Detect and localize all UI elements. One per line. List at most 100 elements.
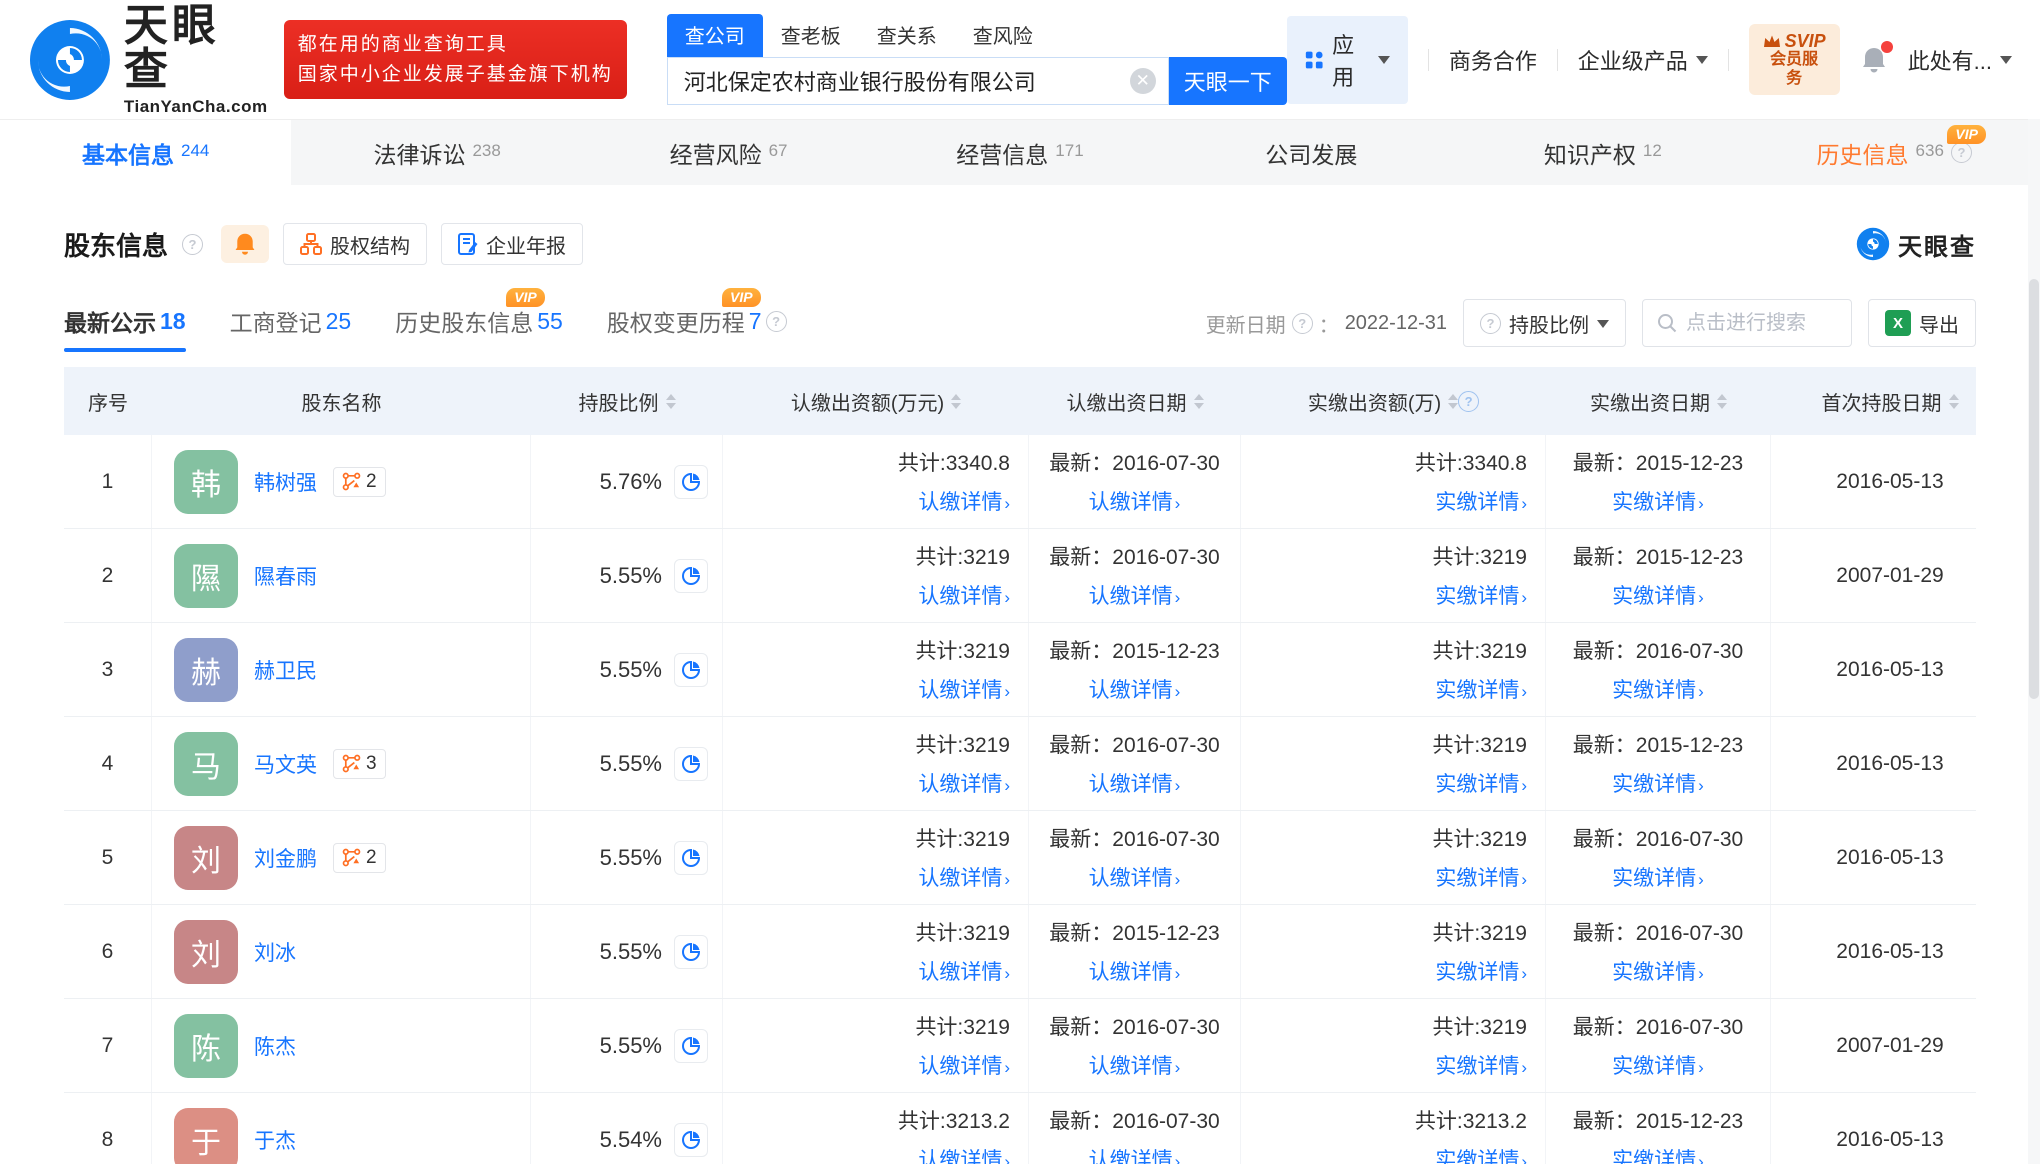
subtab-latest-disclosure[interactable]: 最新公示 18	[64, 304, 186, 352]
shareholder-name-link[interactable]: 赫卫民	[254, 655, 317, 685]
relation-badge[interactable]: 2	[333, 843, 386, 873]
subscribed-detail-link[interactable]: 认缴详情›	[918, 1144, 1010, 1164]
subscribed-detail-link[interactable]: 认缴详情›	[918, 768, 1010, 798]
search-tab-boss[interactable]: 查老板	[763, 14, 859, 57]
subscribed-detail-link[interactable]: 认缴详情›	[1089, 486, 1181, 516]
equity-structure-button[interactable]: 股权结构	[283, 223, 427, 265]
subtab-business-registration[interactable]: 工商登记 25	[230, 304, 352, 352]
paid-detail-link[interactable]: 实缴详情›	[1612, 768, 1704, 798]
relation-badge[interactable]: 3	[333, 749, 386, 779]
subscribed-detail-link[interactable]: 认缴详情›	[1089, 956, 1181, 986]
apps-menu[interactable]: 应用	[1287, 16, 1408, 104]
paid-detail-link[interactable]: 实缴详情›	[1435, 1144, 1527, 1164]
subtab-history-shareholders[interactable]: VIP 历史股东信息 55	[395, 304, 563, 352]
paid-detail-link[interactable]: 实缴详情›	[1612, 1050, 1704, 1080]
subtab-equity-change-history[interactable]: VIP 股权变更历程 7 ?	[607, 304, 787, 352]
subscribed-detail-link[interactable]: 认缴详情›	[1089, 768, 1181, 798]
pie-chart-button[interactable]	[674, 653, 708, 687]
shareholder-name-link[interactable]: 刘冰	[254, 937, 296, 967]
shareholder-name-link[interactable]: 陈杰	[254, 1031, 296, 1061]
tianyancha-logo[interactable]: 天眼查 TianYanCha.com	[28, 4, 268, 115]
shareholder-name-link[interactable]: 于杰	[254, 1125, 296, 1155]
pie-chart-button[interactable]	[674, 841, 708, 875]
help-icon[interactable]: ?	[1951, 142, 1972, 163]
paid-detail-link[interactable]: 实缴详情›	[1612, 580, 1704, 610]
subscribed-detail-link[interactable]: 认缴详情›	[918, 674, 1010, 704]
help-icon[interactable]: ?	[1458, 391, 1479, 412]
subtab-toolbar-row: 最新公示 18 工商登记 25 VIP 历史股东信息 55 VIP 股权变更历程…	[64, 299, 1976, 357]
paid-detail-link[interactable]: 实缴详情›	[1435, 862, 1527, 892]
scrollbar-thumb[interactable]	[2029, 279, 2039, 699]
shareholder-name-link[interactable]: 刘金鹏	[254, 843, 317, 873]
subscribed-detail-link[interactable]: 认缴详情›	[918, 956, 1010, 986]
menu-enterprise-products[interactable]: 企业级产品	[1578, 44, 1708, 76]
tab-intellectual-property[interactable]: 知识产权 12	[1457, 120, 1748, 185]
search-input[interactable]	[684, 68, 1130, 94]
pie-chart-button[interactable]	[674, 1029, 708, 1063]
search-tab-risk[interactable]: 查风险	[955, 14, 1051, 57]
paid-detail-link[interactable]: 实缴详情›	[1612, 674, 1704, 704]
tab-operation-info[interactable]: 经营信息 171	[874, 120, 1165, 185]
user-menu[interactable]: 此处有...	[1908, 44, 2012, 76]
help-icon[interactable]: ?	[766, 311, 787, 332]
search-tab-company[interactable]: 查公司	[667, 14, 763, 57]
paid-detail-link[interactable]: 实缴详情›	[1435, 674, 1527, 704]
paid-detail-link[interactable]: 实缴详情›	[1435, 580, 1527, 610]
pie-chart-button[interactable]	[674, 935, 708, 969]
relation-badge[interactable]: 2	[333, 467, 386, 497]
scrollbar-track[interactable]	[2028, 119, 2040, 1164]
table-search-input[interactable]	[1686, 312, 1837, 335]
sort-icon[interactable]	[1194, 389, 1204, 414]
sort-icon[interactable]	[666, 389, 676, 414]
subscribed-detail-link[interactable]: 认缴详情›	[918, 1050, 1010, 1080]
paid-detail-link[interactable]: 实缴详情›	[1435, 768, 1527, 798]
paid-detail-link[interactable]: 实缴详情›	[1612, 862, 1704, 892]
shareholder-name-link[interactable]: 隰春雨	[254, 561, 317, 591]
tab-company-development[interactable]: 公司发展	[1166, 120, 1457, 185]
annual-report-button[interactable]: 企业年报	[441, 223, 583, 265]
subscribed-detail-link[interactable]: 认缴详情›	[1089, 1050, 1181, 1080]
help-icon[interactable]: ?	[1292, 313, 1313, 334]
sort-icon[interactable]	[951, 389, 961, 414]
subscribed-detail-link[interactable]: 认缴详情›	[1089, 674, 1181, 704]
shareholder-name-link[interactable]: 马文英	[254, 749, 317, 779]
paid-detail-link[interactable]: 实缴详情›	[1612, 486, 1704, 516]
table-search-box[interactable]	[1642, 299, 1852, 347]
tab-operation-risk[interactable]: 经营风险 67	[583, 120, 874, 185]
subscribed-detail-link[interactable]: 认缴详情›	[1089, 1144, 1181, 1164]
pie-chart-button[interactable]	[674, 1123, 708, 1157]
pie-chart-button[interactable]	[674, 747, 708, 781]
tab-history-info[interactable]: VIP 历史信息 636 ?	[1749, 120, 2040, 185]
paid-detail-link[interactable]: 实缴详情›	[1435, 486, 1527, 516]
pie-chart-button[interactable]	[674, 465, 708, 499]
subscribed-detail-link[interactable]: 认缴详情›	[918, 486, 1010, 516]
tab-legal-litigation[interactable]: 法律诉讼 238	[291, 120, 582, 185]
paid-detail-link[interactable]: 实缴详情›	[1435, 956, 1527, 986]
menu-business-coop[interactable]: 商务合作	[1449, 44, 1537, 76]
pie-chart-button[interactable]	[674, 559, 708, 593]
pie-chart-icon	[681, 472, 701, 492]
subscribed-detail-link[interactable]: 认缴详情›	[1089, 862, 1181, 892]
paid-detail-link[interactable]: 实缴详情›	[1435, 1050, 1527, 1080]
subscribed-date-cell: 最新：2015-12-23 认缴详情›	[1029, 905, 1241, 998]
monitor-bell-button[interactable]	[221, 225, 269, 263]
shareholder-name-link[interactable]: 韩树强	[254, 467, 317, 497]
tab-basic-info[interactable]: 基本信息 244	[0, 120, 291, 185]
paid-detail-link[interactable]: 实缴详情›	[1612, 956, 1704, 986]
subscribed-detail-link[interactable]: 认缴详情›	[1089, 580, 1181, 610]
clear-search-icon[interactable]: ✕	[1130, 68, 1156, 94]
sort-icon[interactable]	[1949, 389, 1959, 414]
search-button[interactable]: 天眼一下	[1169, 57, 1287, 105]
export-button[interactable]: X 导出	[1868, 299, 1976, 347]
search-tab-relation[interactable]: 查关系	[859, 14, 955, 57]
svip-member-badge[interactable]: SVIP 会员服务	[1749, 24, 1840, 95]
sort-icon[interactable]	[1448, 389, 1458, 414]
ratio-filter-dropdown[interactable]: ? 持股比例	[1463, 299, 1626, 347]
paid-detail-link[interactable]: 实缴详情›	[1612, 1144, 1704, 1164]
help-icon[interactable]: ?	[182, 234, 203, 255]
section-header: 股东信息 ? 股权结构	[64, 223, 1976, 265]
subscribed-detail-link[interactable]: 认缴详情›	[918, 580, 1010, 610]
subscribed-detail-link[interactable]: 认缴详情›	[918, 862, 1010, 892]
sort-icon[interactable]	[1717, 389, 1727, 414]
notification-bell[interactable]	[1860, 45, 1888, 75]
